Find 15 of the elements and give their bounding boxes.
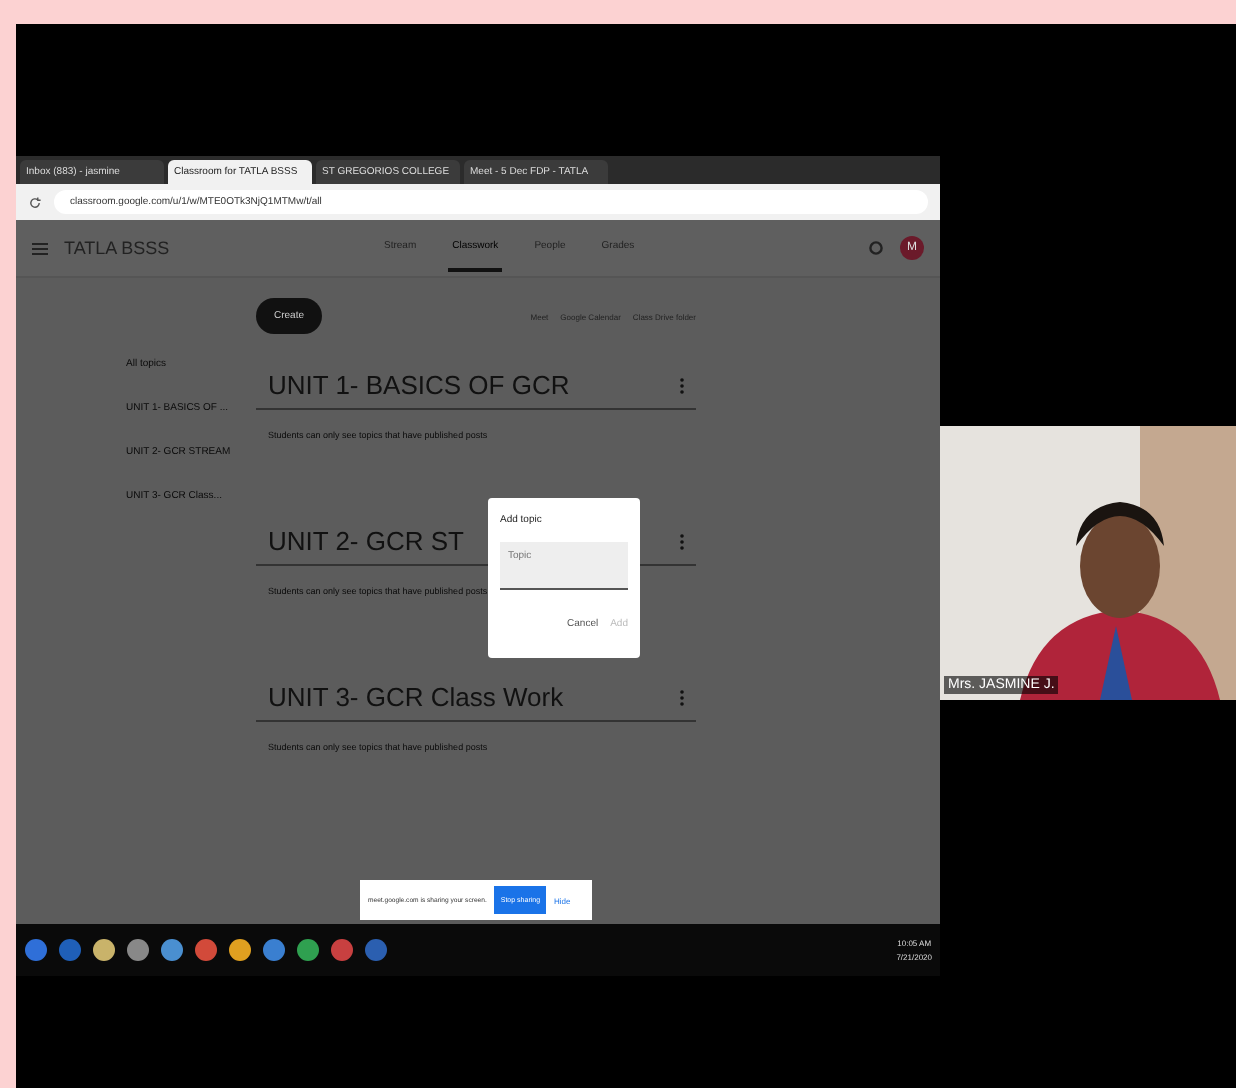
- topic-title: UNIT 1- BASICS OF GCR: [268, 370, 570, 400]
- class-title: TATLA BSSS: [64, 238, 172, 258]
- menu-icon[interactable]: [32, 241, 48, 255]
- topic-title: UNIT 3- GCR Class Work: [268, 682, 564, 712]
- app-icon[interactable]: [126, 938, 150, 962]
- app-icon[interactable]: [262, 938, 286, 962]
- app-icon[interactable]: [24, 938, 48, 962]
- topic-title: UNIT 2- GCR ST: [268, 526, 464, 556]
- app-icon[interactable]: [228, 938, 252, 962]
- reload-icon[interactable]: [28, 195, 42, 209]
- app-icon[interactable]: [296, 938, 320, 962]
- app-icon[interactable]: [330, 938, 354, 962]
- app-icon[interactable]: [92, 938, 116, 962]
- app-icon[interactable]: [160, 938, 184, 962]
- app-icon[interactable]: [194, 938, 218, 962]
